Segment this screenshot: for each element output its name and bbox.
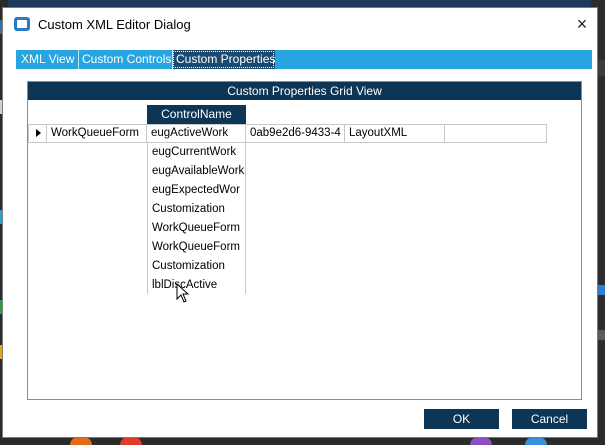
list-item[interactable]: Customization: [152, 257, 245, 276]
list-item[interactable]: lblDiscActive: [152, 276, 245, 295]
mouse-cursor-icon: [176, 283, 190, 303]
tab-custom-properties[interactable]: Custom Properties: [172, 50, 275, 69]
tab-xml-view[interactable]: XML View: [18, 50, 78, 69]
ok-button[interactable]: OK: [424, 409, 499, 429]
tab-strip: XML View Custom Controls Custom Properti…: [16, 50, 592, 69]
controlname-dropdown-list[interactable]: eugCurrentWork eugAvailableWork eugExpec…: [147, 143, 246, 294]
taskbar-app-icon[interactable]: [525, 437, 547, 445]
list-item[interactable]: eugExpectedWor: [152, 181, 245, 200]
close-button[interactable]: ×: [569, 12, 595, 36]
list-item[interactable]: WorkQueueForm: [152, 219, 245, 238]
app-window-icon: [14, 17, 30, 31]
cancel-button[interactable]: Cancel: [512, 409, 587, 429]
table-row[interactable]: WorkQueueForm eugActiveWork 0ab9e2d6-943…: [28, 124, 547, 143]
cell-guid[interactable]: 0ab9e2d6-9433-4: [246, 125, 345, 142]
list-item[interactable]: eugAvailableWork: [152, 162, 245, 181]
list-item[interactable]: Customization: [152, 200, 245, 219]
cell-empty[interactable]: [445, 125, 547, 142]
current-row-arrow-icon: [36, 129, 41, 137]
taskbar-app-icon[interactable]: [70, 437, 92, 445]
grid-view-title: Custom Properties Grid View: [28, 82, 581, 100]
custom-xml-editor-dialog: Custom XML Editor Dialog × XML View Cust…: [2, 7, 598, 438]
taskbar-app-icon[interactable]: [120, 437, 142, 445]
custom-properties-grid-panel: Custom Properties Grid View ControlName …: [27, 81, 582, 400]
list-item[interactable]: WorkQueueForm: [152, 238, 245, 257]
tab-custom-controls[interactable]: Custom Controls: [78, 50, 172, 69]
taskbar-app-icon[interactable]: [470, 437, 492, 445]
title-bar[interactable]: Custom XML Editor Dialog ×: [3, 8, 597, 40]
list-item[interactable]: eugCurrentWork: [152, 143, 245, 162]
cell-type[interactable]: LayoutXML: [345, 125, 445, 142]
cell-form-name[interactable]: WorkQueueForm: [47, 125, 147, 142]
dialog-title: Custom XML Editor Dialog: [38, 17, 191, 32]
column-header-controlname[interactable]: ControlName: [147, 105, 246, 124]
row-selector[interactable]: [28, 125, 47, 142]
cell-controlname[interactable]: eugActiveWork: [147, 125, 246, 142]
